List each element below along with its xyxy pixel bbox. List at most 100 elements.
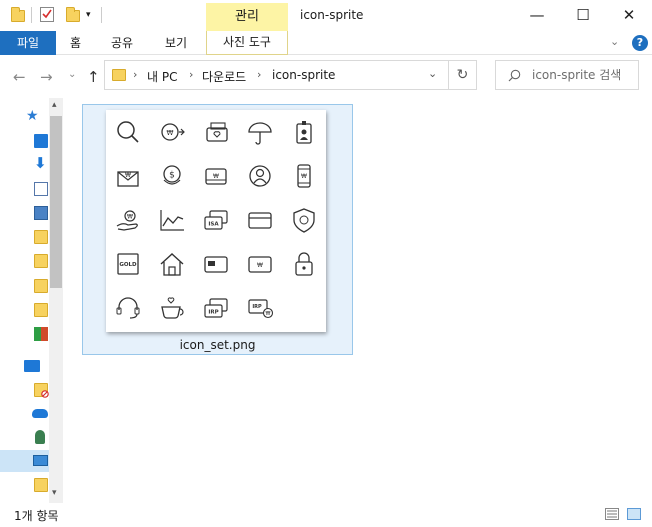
manage-contextual-tab[interactable]: 관리: [206, 3, 288, 31]
documents-icon[interactable]: [34, 182, 48, 196]
status-bar: 1개 항목: [0, 503, 652, 527]
separator: [101, 7, 102, 23]
tab-home[interactable]: 홈: [70, 31, 81, 55]
scrollbar-thumb[interactable]: [50, 116, 62, 288]
ribbon-tab-bar: 파일 홈 공유 보기 사진 도구 ⌄ ?: [0, 31, 652, 55]
tab-share[interactable]: 공유: [111, 31, 133, 55]
up-arrow-icon[interactable]: ↑: [87, 68, 100, 86]
breadcrumb-this-pc[interactable]: 내 PC: [147, 68, 177, 85]
irp-won-card-icon: IRP ₩: [248, 299, 274, 319]
credit-card-icon: [248, 212, 272, 229]
breadcrumb-icon-sprite[interactable]: icon-sprite: [272, 68, 335, 82]
svg-text:IRP: IRP: [252, 304, 262, 310]
svg-text:₩: ₩: [127, 214, 133, 221]
close-button[interactable]: ✕: [606, 0, 652, 31]
folder-icon[interactable]: [34, 279, 48, 293]
large-icons-view-icon[interactable]: [627, 508, 641, 520]
this-pc-monitor-icon[interactable]: [24, 360, 40, 372]
folder-icon[interactable]: [34, 230, 48, 244]
new-folder-icon[interactable]: [66, 7, 80, 22]
help-icon[interactable]: ?: [632, 35, 648, 51]
svg-text:₩: ₩: [301, 173, 307, 180]
minimize-button[interactable]: —: [514, 0, 560, 31]
computer-monitor-icon: [33, 455, 48, 466]
image-thumbnail[interactable]: ₩ ₩ $ ₩ ₩ ₩ ISA GOLD ₩ IRP IRP ₩: [106, 110, 326, 332]
svg-text:ISA: ISA: [208, 222, 219, 228]
separator: [31, 7, 32, 23]
tab-picture-tools[interactable]: 사진 도구: [206, 31, 288, 55]
navigation-bar: ← → ⌄ ↑ › 내 PC › 다운로드 › icon-sprite ⌄ ↻ …: [0, 56, 652, 96]
isa-cards-icon: ISA: [204, 210, 228, 230]
gold-bar-icon: GOLD: [117, 253, 139, 275]
irp-cards-icon: IRP: [204, 298, 228, 318]
scroll-down-arrow-icon[interactable]: ▾: [52, 488, 57, 498]
svg-text:$: $: [169, 171, 175, 181]
search-placeholder: icon-sprite 검색: [532, 68, 622, 82]
id-badge-icon: [296, 121, 312, 144]
desktop-icon[interactable]: [34, 134, 48, 148]
wallet-won-icon: ₩: [205, 168, 227, 185]
svg-text:₩: ₩: [167, 129, 174, 137]
user-circle-icon: [249, 165, 271, 187]
quick-access-star-icon[interactable]: ★: [26, 108, 39, 124]
coffee-heart-icon: [161, 297, 184, 319]
folder-icon[interactable]: [34, 383, 49, 398]
file-name-label[interactable]: icon_set.png: [82, 338, 353, 352]
address-history-chevron-icon[interactable]: ⌄: [428, 67, 437, 80]
card-won-icon: ₩: [248, 256, 272, 273]
icon-sprite-preview: ₩ ₩ $ ₩ ₩ ₩ ISA GOLD ₩ IRP IRP ₩: [116, 121, 315, 319]
pictures-icon[interactable]: [34, 206, 48, 220]
title-bar: ▾ 관리 icon-sprite — ☐ ✕: [0, 0, 652, 31]
recent-locations-chevron-icon[interactable]: ⌄: [68, 69, 76, 80]
chevron-right-icon: ›: [133, 68, 138, 81]
item-count-text: 1개 항목: [14, 509, 59, 523]
chevron-right-icon: ›: [257, 68, 262, 81]
address-bar[interactable]: › 내 PC › 다운로드 › icon-sprite ⌄: [104, 60, 449, 90]
back-arrow-icon[interactable]: ←: [13, 68, 26, 86]
selected-nav-item-this-pc[interactable]: [0, 450, 49, 472]
scroll-up-arrow-icon[interactable]: ▴: [52, 100, 57, 110]
expand-ribbon-chevron-icon[interactable]: ⌄: [610, 35, 619, 48]
folder-icon[interactable]: [34, 254, 48, 268]
properties-checklist-icon[interactable]: [40, 7, 54, 22]
hand-won-icon: ₩: [116, 210, 138, 231]
svg-text:₩: ₩: [125, 172, 131, 179]
wallet-heart-icon: [206, 122, 228, 142]
tab-view[interactable]: 보기: [165, 31, 187, 55]
maximize-button[interactable]: ☐: [560, 0, 606, 31]
user-person-icon[interactable]: [35, 430, 45, 444]
search-box[interactable]: icon-sprite 검색: [495, 60, 639, 90]
mobile-won-icon: ₩: [297, 164, 311, 188]
umbrella-icon: [248, 122, 272, 145]
tab-file[interactable]: 파일: [0, 31, 56, 55]
dollar-coin-stack-icon: $: [163, 165, 181, 185]
app-colored-icon[interactable]: [34, 327, 48, 341]
shield-won-icon: [293, 208, 315, 233]
svg-text:₩: ₩: [213, 173, 219, 180]
svg-text:₩: ₩: [257, 262, 263, 269]
breadcrumb-downloads[interactable]: 다운로드: [202, 68, 246, 85]
line-chart-icon: [160, 210, 184, 231]
house-icon: [160, 253, 184, 276]
lock-icon: [295, 252, 313, 276]
forward-arrow-icon[interactable]: →: [40, 68, 53, 86]
won-coin-arrow-icon: ₩: [161, 123, 185, 141]
search-icon: [508, 69, 521, 82]
envelope-won-icon: ₩: [117, 171, 139, 187]
svg-text:GOLD: GOLD: [119, 262, 137, 268]
nav-pane-scrollbar[interactable]: ▴ ▾: [49, 98, 63, 503]
folder-icon[interactable]: [34, 303, 48, 317]
search-icon: [117, 121, 139, 143]
customize-quick-access-icon[interactable]: ▾: [86, 10, 91, 20]
onedrive-cloud-icon[interactable]: [32, 409, 48, 418]
refresh-icon[interactable]: ↻: [449, 60, 477, 90]
chevron-right-icon: ›: [189, 68, 194, 81]
svg-text:IRP: IRP: [208, 310, 218, 316]
svg-text:₩: ₩: [266, 311, 271, 317]
folder-icon: [11, 7, 25, 22]
card-chip-icon: [204, 256, 228, 273]
folder-icon[interactable]: [34, 478, 48, 492]
downloads-arrow-icon[interactable]: ⬇: [34, 154, 47, 172]
folder-icon: [112, 69, 126, 81]
details-view-icon[interactable]: [605, 508, 619, 520]
